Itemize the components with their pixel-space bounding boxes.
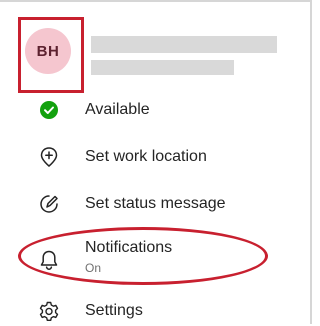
redacted-user-email	[91, 60, 234, 75]
menu-item-label: Set work location	[85, 148, 207, 165]
menu-item-label: Set status message	[85, 195, 226, 212]
menu-item-label: Settings	[85, 302, 143, 319]
panel-right-border	[310, 0, 312, 324]
location-plus-icon	[38, 146, 60, 168]
profile-menu-panel: BH Available Set work location Set statu…	[0, 0, 312, 324]
status-available-icon	[38, 99, 60, 121]
gear-icon	[38, 300, 60, 322]
redacted-user-name	[91, 36, 277, 53]
menu-item-settings[interactable]: Settings	[0, 296, 300, 326]
avatar-initials: BH	[36, 42, 60, 60]
menu-item-set-status-message[interactable]: Set status message	[0, 189, 300, 219]
menu-item-label: Available	[85, 101, 150, 118]
panel-top-border	[0, 0, 312, 2]
edit-status-icon	[38, 193, 60, 215]
notifications-annotation-ellipse	[18, 227, 268, 285]
menu-item-set-work-location[interactable]: Set work location	[0, 142, 300, 172]
avatar[interactable]: BH	[25, 28, 71, 74]
menu-item-available[interactable]: Available	[0, 95, 300, 125]
